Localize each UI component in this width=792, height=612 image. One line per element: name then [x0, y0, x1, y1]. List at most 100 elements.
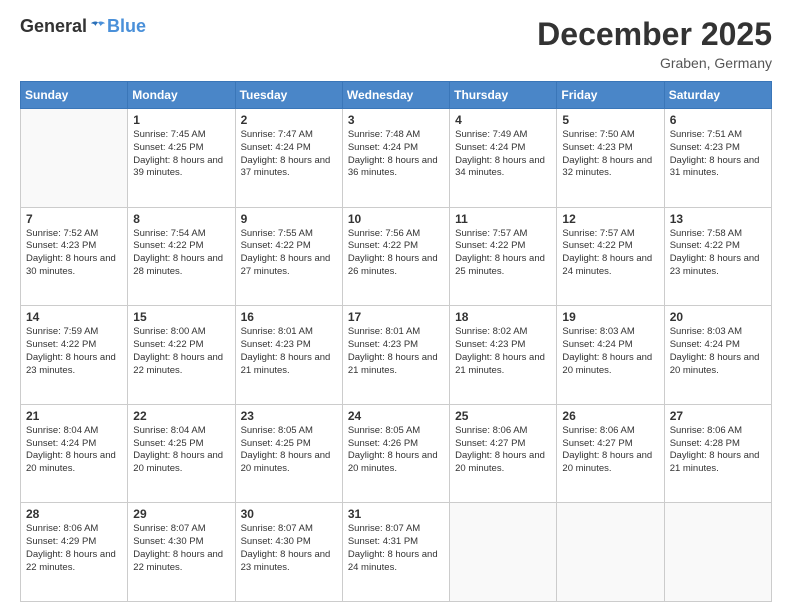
day-number: 11 [455, 212, 551, 226]
logo: General Blue [20, 16, 146, 37]
day-info: Sunrise: 7:51 AMSunset: 4:23 PMDaylight:… [670, 129, 766, 180]
day-info: Sunrise: 8:04 AMSunset: 4:25 PMDaylight:… [133, 425, 229, 476]
day-number: 16 [241, 310, 337, 324]
day-info: Sunrise: 8:01 AMSunset: 4:23 PMDaylight:… [348, 326, 444, 377]
day-info: Sunrise: 7:47 AMSunset: 4:24 PMDaylight:… [241, 129, 337, 180]
calendar-cell: 23 Sunrise: 8:05 AMSunset: 4:25 PMDayligh… [235, 404, 342, 503]
day-info: Sunrise: 8:03 AMSunset: 4:24 PMDaylight:… [670, 326, 766, 377]
col-monday: Monday [128, 82, 235, 109]
calendar-cell: 3 Sunrise: 7:48 AMSunset: 4:24 PMDaylight… [342, 109, 449, 208]
day-info: Sunrise: 8:07 AMSunset: 4:30 PMDaylight:… [241, 523, 337, 574]
calendar-cell: 9 Sunrise: 7:55 AMSunset: 4:22 PMDaylight… [235, 207, 342, 306]
calendar-cell: 22 Sunrise: 8:04 AMSunset: 4:25 PMDayligh… [128, 404, 235, 503]
calendar-cell [450, 503, 557, 602]
day-number: 2 [241, 113, 337, 127]
day-info: Sunrise: 7:45 AMSunset: 4:25 PMDaylight:… [133, 129, 229, 180]
calendar-cell: 7 Sunrise: 7:52 AMSunset: 4:23 PMDaylight… [21, 207, 128, 306]
day-number: 4 [455, 113, 551, 127]
calendar-cell [21, 109, 128, 208]
calendar-cell: 15Sunrise: 8:00 AMSunset: 4:22 PMDayligh… [128, 306, 235, 405]
day-info: Sunrise: 7:55 AMSunset: 4:22 PMDaylight:… [241, 228, 337, 279]
calendar-cell: 26 Sunrise: 8:06 AMSunset: 4:27 PMDayligh… [557, 404, 664, 503]
day-info: Sunrise: 7:52 AMSunset: 4:23 PMDaylight:… [26, 228, 122, 279]
day-info: Sunrise: 8:05 AMSunset: 4:25 PMDaylight:… [241, 425, 337, 476]
calendar-cell: 14 Sunrise: 7:59 AMSunset: 4:22 PMDayligh… [21, 306, 128, 405]
day-number: 28 [26, 507, 122, 521]
calendar-cell: 30 Sunrise: 8:07 AMSunset: 4:30 PMDayligh… [235, 503, 342, 602]
day-info: Sunrise: 8:02 AMSunset: 4:23 PMDaylight:… [455, 326, 551, 377]
calendar-week-row: 7 Sunrise: 7:52 AMSunset: 4:23 PMDaylight… [21, 207, 772, 306]
calendar-cell: 17Sunrise: 8:01 AMSunset: 4:23 PMDayligh… [342, 306, 449, 405]
col-sunday: Sunday [21, 82, 128, 109]
calendar-week-row: 1 Sunrise: 7:45 AMSunset: 4:25 PMDaylight… [21, 109, 772, 208]
col-wednesday: Wednesday [342, 82, 449, 109]
day-number: 6 [670, 113, 766, 127]
day-info: Sunrise: 8:06 AMSunset: 4:27 PMDaylight:… [455, 425, 551, 476]
calendar-cell: 1 Sunrise: 7:45 AMSunset: 4:25 PMDaylight… [128, 109, 235, 208]
calendar-cell: 25 Sunrise: 8:06 AMSunset: 4:27 PMDayligh… [450, 404, 557, 503]
day-number: 18 [455, 310, 551, 324]
day-info: Sunrise: 8:06 AMSunset: 4:27 PMDaylight:… [562, 425, 658, 476]
day-info: Sunrise: 7:49 AMSunset: 4:24 PMDaylight:… [455, 129, 551, 180]
day-info: Sunrise: 7:57 AMSunset: 4:22 PMDaylight:… [562, 228, 658, 279]
day-number: 31 [348, 507, 444, 521]
day-info: Sunrise: 7:48 AMSunset: 4:24 PMDaylight:… [348, 129, 444, 180]
calendar-cell: 18 Sunrise: 8:02 AMSunset: 4:23 PMDayligh… [450, 306, 557, 405]
day-info: Sunrise: 8:06 AMSunset: 4:29 PMDaylight:… [26, 523, 122, 574]
day-info: Sunrise: 8:06 AMSunset: 4:28 PMDaylight:… [670, 425, 766, 476]
calendar-cell: 11 Sunrise: 7:57 AMSunset: 4:22 PMDayligh… [450, 207, 557, 306]
day-number: 27 [670, 409, 766, 423]
calendar-cell: 16Sunrise: 8:01 AMSunset: 4:23 PMDayligh… [235, 306, 342, 405]
calendar-cell: 8 Sunrise: 7:54 AMSunset: 4:22 PMDaylight… [128, 207, 235, 306]
day-number: 22 [133, 409, 229, 423]
calendar-cell: 13 Sunrise: 7:58 AMSunset: 4:22 PMDayligh… [664, 207, 771, 306]
logo-general-text: General [20, 16, 87, 37]
day-number: 3 [348, 113, 444, 127]
day-info: Sunrise: 7:59 AMSunset: 4:22 PMDaylight:… [26, 326, 122, 377]
day-number: 24 [348, 409, 444, 423]
calendar-cell: 27 Sunrise: 8:06 AMSunset: 4:28 PMDayligh… [664, 404, 771, 503]
day-number: 12 [562, 212, 658, 226]
logo-blue-text: Blue [107, 16, 146, 37]
col-saturday: Saturday [664, 82, 771, 109]
calendar-cell: 24 Sunrise: 8:05 AMSunset: 4:26 PMDayligh… [342, 404, 449, 503]
calendar-header-row: Sunday Monday Tuesday Wednesday Thursday… [21, 82, 772, 109]
day-number: 21 [26, 409, 122, 423]
day-info: Sunrise: 8:04 AMSunset: 4:24 PMDaylight:… [26, 425, 122, 476]
day-number: 9 [241, 212, 337, 226]
header: General Blue December 2025 Graben, Germa… [20, 16, 772, 71]
day-number: 7 [26, 212, 122, 226]
day-number: 13 [670, 212, 766, 226]
day-number: 14 [26, 310, 122, 324]
day-number: 23 [241, 409, 337, 423]
day-number: 29 [133, 507, 229, 521]
calendar-table: Sunday Monday Tuesday Wednesday Thursday… [20, 81, 772, 602]
calendar-cell: 19Sunrise: 8:03 AMSunset: 4:24 PMDayligh… [557, 306, 664, 405]
calendar-cell [557, 503, 664, 602]
day-number: 8 [133, 212, 229, 226]
day-info: Sunrise: 7:54 AMSunset: 4:22 PMDaylight:… [133, 228, 229, 279]
calendar-cell: 28 Sunrise: 8:06 AMSunset: 4:29 PMDayligh… [21, 503, 128, 602]
col-thursday: Thursday [450, 82, 557, 109]
col-friday: Friday [557, 82, 664, 109]
day-info: Sunrise: 8:05 AMSunset: 4:26 PMDaylight:… [348, 425, 444, 476]
calendar-cell: 5Sunrise: 7:50 AMSunset: 4:23 PMDaylight… [557, 109, 664, 208]
day-number: 20 [670, 310, 766, 324]
calendar-cell: 12 Sunrise: 7:57 AMSunset: 4:22 PMDayligh… [557, 207, 664, 306]
day-info: Sunrise: 8:07 AMSunset: 4:30 PMDaylight:… [133, 523, 229, 574]
day-number: 5 [562, 113, 658, 127]
day-number: 26 [562, 409, 658, 423]
day-number: 1 [133, 113, 229, 127]
calendar-cell: 2 Sunrise: 7:47 AMSunset: 4:24 PMDaylight… [235, 109, 342, 208]
day-number: 30 [241, 507, 337, 521]
day-info: Sunrise: 7:57 AMSunset: 4:22 PMDaylight:… [455, 228, 551, 279]
calendar-week-row: 28 Sunrise: 8:06 AMSunset: 4:29 PMDayligh… [21, 503, 772, 602]
location: Graben, Germany [537, 55, 772, 71]
month-title: December 2025 [537, 16, 772, 53]
page: General Blue December 2025 Graben, Germa… [0, 0, 792, 612]
day-number: 25 [455, 409, 551, 423]
day-info: Sunrise: 7:56 AMSunset: 4:22 PMDaylight:… [348, 228, 444, 279]
title-section: December 2025 Graben, Germany [537, 16, 772, 71]
calendar-week-row: 14 Sunrise: 7:59 AMSunset: 4:22 PMDayligh… [21, 306, 772, 405]
day-info: Sunrise: 7:58 AMSunset: 4:22 PMDaylight:… [670, 228, 766, 279]
